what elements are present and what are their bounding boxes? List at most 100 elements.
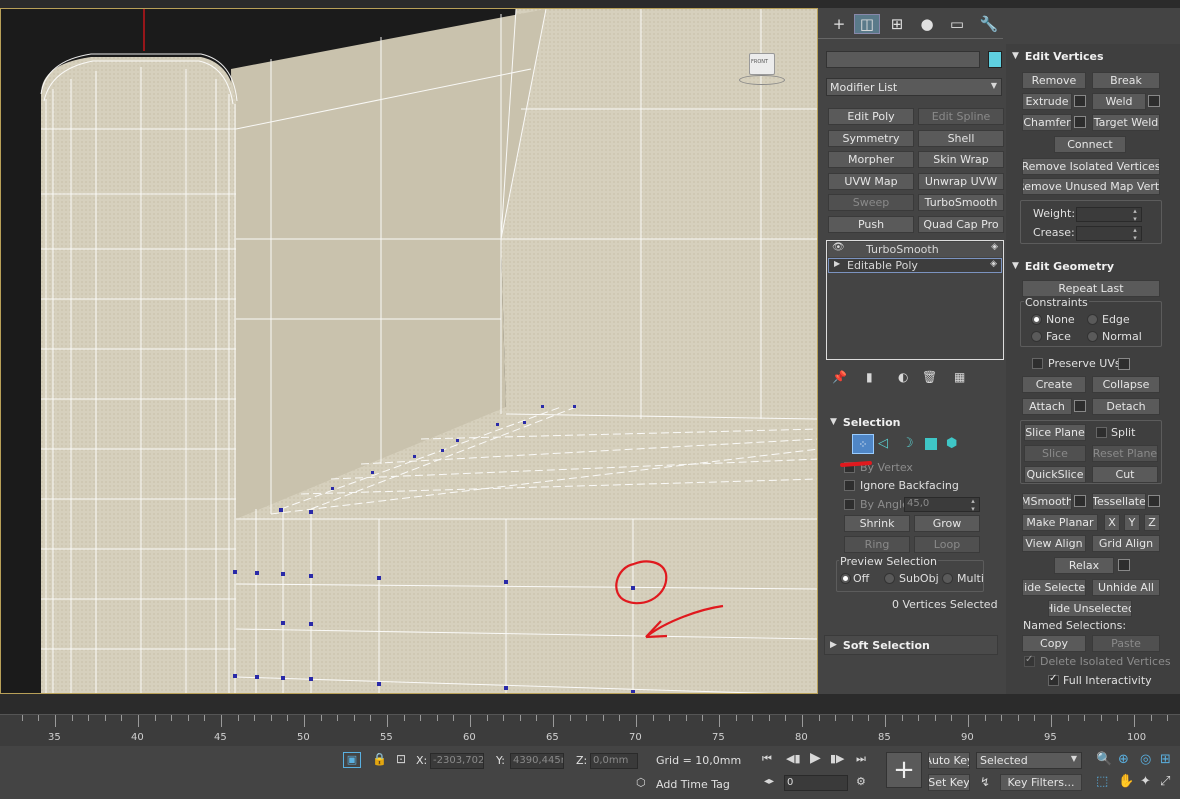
y-coordinate-field[interactable]: 4390,445m: [510, 753, 564, 769]
key-mode-icon[interactable]: ◂▸: [764, 776, 774, 787]
zoom-icon[interactable]: 🔍: [1096, 752, 1112, 767]
eye-icon[interactable]: 👁: [832, 242, 845, 253]
shrink-button[interactable]: Shrink: [844, 515, 910, 532]
vertex-mode-button[interactable]: ⁘: [852, 434, 874, 454]
timeline[interactable]: 35 40 45 50 55 60 65 70 75 80 85 90 95 100: [0, 714, 1180, 746]
remove-unused-map-verts-button[interactable]: Remove Unused Map Verts: [1022, 178, 1160, 195]
current-frame-field[interactable]: 0: [784, 775, 848, 791]
modifier-button[interactable]: Morpher: [828, 151, 914, 168]
reset-plane-button[interactable]: Reset Plane: [1092, 445, 1158, 462]
repeat-last-button[interactable]: Repeat Last: [1022, 280, 1160, 297]
modifier-button[interactable]: Shell: [918, 129, 1004, 147]
maximize-viewport-icon[interactable]: ⤢: [1160, 774, 1170, 789]
make-planar-button[interactable]: Make Planar: [1022, 514, 1098, 531]
soft-selection-rollout-header[interactable]: ▶ Soft Selection: [830, 636, 930, 654]
create-button[interactable]: Create: [1022, 376, 1086, 393]
msmooth-settings-icon[interactable]: [1074, 495, 1086, 507]
view-align-button[interactable]: View Align: [1022, 535, 1086, 552]
constraint-none-radio[interactable]: [1031, 314, 1042, 325]
z-coordinate-field[interactable]: 0,0mm: [590, 753, 638, 769]
target-weld-button[interactable]: Target Weld: [1092, 114, 1160, 131]
edit-vertices-rollout-header[interactable]: ▼ Edit Vertices: [1012, 47, 1104, 65]
hide-unselected-button[interactable]: Hide Unselected: [1048, 600, 1132, 617]
split-checkbox[interactable]: [1096, 427, 1107, 438]
relax-button[interactable]: Relax: [1054, 557, 1114, 574]
remove-button[interactable]: Remove: [1022, 72, 1086, 89]
modifier-button[interactable]: Skin Wrap: [918, 151, 1004, 168]
tessellate-settings-icon[interactable]: [1148, 495, 1160, 507]
quickslice-button[interactable]: QuickSlice: [1024, 466, 1086, 483]
attach-settings-icon[interactable]: [1074, 400, 1086, 412]
break-button[interactable]: Break: [1092, 72, 1160, 89]
field-of-view-icon[interactable]: ⬚: [1096, 774, 1108, 789]
copy-button[interactable]: Copy: [1022, 635, 1086, 652]
detach-button[interactable]: Detach: [1092, 398, 1160, 415]
ignore-backfacing-checkbox[interactable]: [844, 480, 855, 491]
edge-mode-icon[interactable]: ◁: [878, 436, 888, 451]
preview-off-radio[interactable]: [840, 573, 851, 584]
expand-arrow-icon[interactable]: ▶: [834, 259, 840, 268]
preview-subobj-radio[interactable]: [884, 573, 895, 584]
goto-start-icon[interactable]: ⏮: [762, 752, 772, 766]
edit-geometry-rollout-header[interactable]: ▼ Edit Geometry: [1012, 257, 1114, 275]
constraint-normal-radio[interactable]: [1087, 331, 1098, 342]
pin-stack-icon[interactable]: 📌: [832, 370, 847, 384]
polygon-mode-icon[interactable]: [925, 438, 937, 450]
modifier-button[interactable]: TurboSmooth: [918, 194, 1004, 211]
modifier-list-dropdown[interactable]: Modifier List ▼: [826, 78, 1002, 96]
element-mode-icon[interactable]: ⬢: [946, 436, 957, 451]
previous-frame-icon[interactable]: ◀▮: [786, 752, 801, 765]
crease-spinner[interactable]: [1076, 226, 1142, 242]
viewport-perspective[interactable]: FRONT: [0, 8, 818, 694]
delete-isolated-checkbox[interactable]: [1024, 654, 1035, 667]
selection-lock-icon[interactable]: ▣: [343, 752, 361, 768]
absolute-mode-icon[interactable]: ⊡: [396, 752, 406, 766]
modifier-button[interactable]: Edit Spline: [918, 108, 1004, 125]
pan-icon[interactable]: ✋: [1118, 774, 1134, 789]
hierarchy-tab-icon[interactable]: ⊞: [884, 14, 910, 34]
grid-align-button[interactable]: Grid Align: [1092, 535, 1160, 552]
extrude-settings-icon[interactable]: [1074, 95, 1086, 107]
preserve-uvs-settings-icon[interactable]: [1118, 358, 1130, 370]
zoom-extents-all-icon[interactable]: ⊞: [1160, 752, 1171, 767]
extrude-button[interactable]: Extrude: [1022, 93, 1072, 110]
key-selection-dropdown[interactable]: Selected ▼: [976, 752, 1082, 769]
loop-button[interactable]: Loop: [914, 536, 980, 553]
chamfer-button[interactable]: Chamfer: [1022, 114, 1072, 131]
border-mode-icon[interactable]: ☽: [902, 436, 914, 451]
viewcube[interactable]: FRONT: [739, 47, 787, 87]
stack-item-editable-poly[interactable]: ▶ Editable Poly ◈: [828, 258, 1002, 273]
remove-modifier-icon[interactable]: 🗑: [922, 370, 937, 384]
relax-settings-icon[interactable]: [1118, 559, 1130, 571]
grow-button[interactable]: Grow: [914, 515, 980, 532]
angle-spinner[interactable]: 45,0: [904, 497, 980, 513]
next-frame-icon[interactable]: ▮▶: [830, 752, 845, 765]
time-config-icon[interactable]: ⚙: [856, 775, 866, 788]
modifier-button[interactable]: Sweep: [828, 194, 914, 211]
planar-z-button[interactable]: Z: [1144, 514, 1160, 531]
set-key-big-button[interactable]: +: [886, 752, 922, 788]
modifier-button[interactable]: Edit Poly: [828, 108, 914, 125]
utilities-tab-icon[interactable]: 🔧: [976, 14, 1002, 34]
modifier-button[interactable]: Unwrap UVW: [918, 172, 1004, 190]
unhide-all-button[interactable]: Unhide All: [1092, 579, 1160, 596]
stack-item-turbosmooth[interactable]: 👁 TurboSmooth ◈: [828, 242, 1002, 257]
x-coordinate-field[interactable]: -2303,702n: [430, 753, 484, 769]
collapse-button[interactable]: Collapse: [1092, 376, 1160, 393]
key-filters-button[interactable]: Key Filters...: [1000, 774, 1082, 791]
play-icon[interactable]: ▶: [810, 750, 821, 766]
orbit-icon[interactable]: ✦: [1140, 774, 1151, 789]
connect-button[interactable]: Connect: [1054, 136, 1126, 153]
create-tab-icon[interactable]: +: [826, 14, 852, 34]
constraint-edge-radio[interactable]: [1087, 314, 1098, 325]
tessellate-button[interactable]: Tessellate: [1092, 493, 1146, 510]
zoom-all-icon[interactable]: ⊕: [1118, 752, 1129, 767]
slice-plane-button[interactable]: Slice Plane: [1024, 424, 1086, 441]
by-angle-checkbox[interactable]: [844, 499, 855, 510]
planar-y-button[interactable]: Y: [1124, 514, 1140, 531]
full-interactivity-checkbox[interactable]: [1048, 673, 1059, 686]
planar-x-button[interactable]: X: [1104, 514, 1120, 531]
modifier-button[interactable]: Symmetry: [828, 129, 914, 147]
weight-spinner[interactable]: [1076, 207, 1142, 223]
chamfer-settings-icon[interactable]: [1074, 116, 1086, 128]
